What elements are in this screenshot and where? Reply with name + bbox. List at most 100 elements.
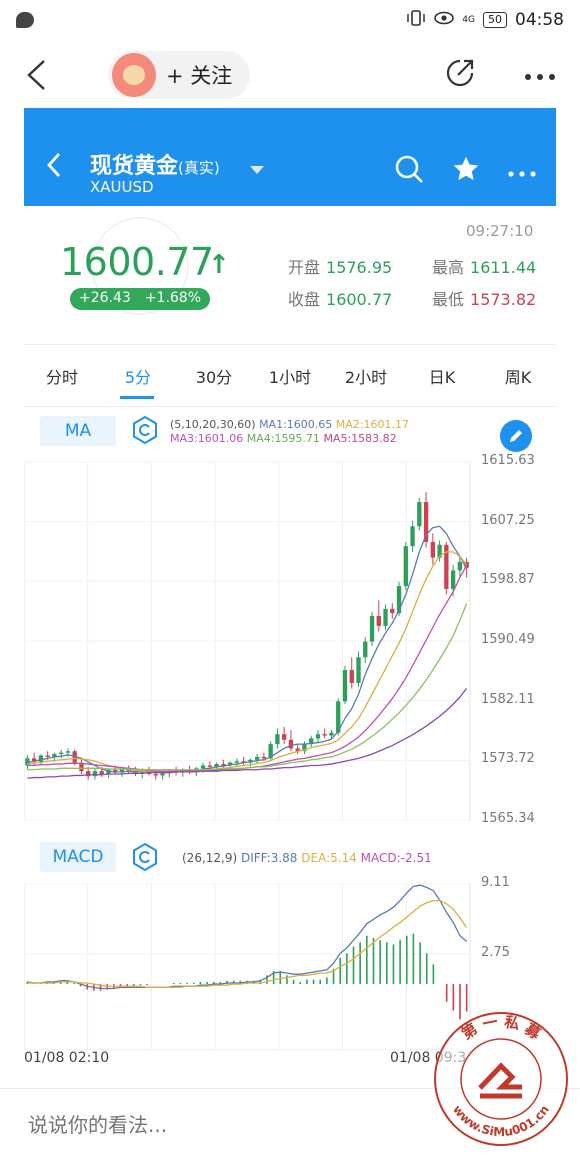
low-label: 最低 <box>432 290 465 309</box>
macd-values-row: (26,12,9) DIFF:3.88 DEA:5.14 MACD:-2.51 <box>182 851 432 865</box>
macd-value: MACD:-2.51 <box>360 851 432 865</box>
embedded-status-strip <box>24 108 556 122</box>
candle-body <box>390 608 395 614</box>
follow-button[interactable]: + 关注 <box>108 51 251 99</box>
candle-body <box>363 641 368 658</box>
chevron-left-icon <box>27 60 45 90</box>
price-change-percent: +1.68% <box>144 290 202 306</box>
candle-body <box>349 670 354 683</box>
ma-line-ma2 <box>27 551 468 773</box>
ma-y-tick-label: 1590.49 <box>481 631 535 647</box>
candle-body <box>322 734 327 736</box>
vibrate-icon <box>406 9 426 31</box>
price-change-badge: +26.43 +1.68% <box>70 288 211 310</box>
high-label: 最高 <box>432 258 465 277</box>
clock: 04:58 <box>515 10 564 30</box>
ma-indicator-button[interactable]: MA <box>40 416 116 446</box>
simu001-watermark-logo: 第 一 私 募 www.SiMu001.cn <box>434 1012 568 1146</box>
ma4-value: MA4:1595.71 <box>246 432 320 445</box>
follow-label: + 关注 <box>166 64 233 88</box>
open-stat: 开盘 1576.95 <box>288 254 392 278</box>
candle-body <box>410 526 415 547</box>
candle-body <box>153 774 158 776</box>
macd-params: (26,12,9) <box>182 851 238 865</box>
macd-indicator-button[interactable]: MACD <box>40 842 116 872</box>
more-dots-icon <box>508 170 536 177</box>
x-axis-start-label: 01/08 02:10 <box>24 1050 110 1066</box>
instrument-title[interactable]: 现货黄金(真实) <box>90 148 220 180</box>
ma-candlestick-chart[interactable] <box>24 456 478 826</box>
tab-daily[interactable]: 日K <box>404 360 480 400</box>
candle-body <box>369 615 375 642</box>
candle-body <box>315 734 321 739</box>
more-dots-icon <box>525 73 555 80</box>
candle-body <box>417 502 422 527</box>
star-icon <box>453 156 479 181</box>
candle-body <box>342 670 348 702</box>
close-label: 收盘 <box>288 290 321 309</box>
candle-body <box>329 732 334 736</box>
low-stat: 最低 1573.82 <box>432 286 536 310</box>
ma-y-tick-label: 1573.72 <box>481 751 535 767</box>
battery-level: 50 <box>488 13 502 26</box>
candle-body <box>38 755 44 762</box>
dea-value: DEA:5.14 <box>301 851 357 865</box>
dropdown-caret-icon[interactable] <box>250 166 264 174</box>
network-type-label: 4G <box>462 14 475 25</box>
search-button[interactable] <box>394 154 424 188</box>
app-more-button[interactable] <box>508 162 536 181</box>
candle-body <box>92 771 98 777</box>
pencil-icon <box>510 430 522 442</box>
favorite-button[interactable] <box>452 155 480 187</box>
ma5-value: MA5:1583.82 <box>323 432 397 445</box>
avatar[interactable] <box>112 53 156 97</box>
close-stat: 收盘 1600.77 <box>288 286 392 310</box>
tab-1h[interactable]: 1小时 <box>252 360 328 400</box>
low-value: 1573.82 <box>470 290 537 309</box>
message-notification-icon <box>16 12 34 28</box>
divider <box>24 406 556 407</box>
candle-body <box>376 615 381 626</box>
candle-body <box>356 657 361 683</box>
ma-line-ma1 <box>27 525 468 774</box>
ma-y-tick-label: 1615.63 <box>481 453 535 468</box>
ma1-value: MA1:1600.65 <box>259 418 333 431</box>
macd-chart[interactable] <box>24 880 478 1050</box>
tab-2h[interactable]: 2小时 <box>328 360 404 400</box>
instrument-suffix: (真实) <box>178 159 220 177</box>
active-tab-indicator <box>120 396 154 399</box>
macd-y-tick-label: 9.11 <box>481 875 510 890</box>
diff-value: DIFF:3.88 <box>241 851 298 865</box>
candle-body <box>99 771 104 775</box>
status-bar: 4G 50 04:58 <box>0 0 580 40</box>
tab-1min[interactable]: 分时 <box>24 360 100 400</box>
macd-settings-gear-icon[interactable] <box>130 842 160 872</box>
app-back-button[interactable] <box>46 152 62 182</box>
current-price: 1600.77 <box>60 240 214 284</box>
ma2-value: MA2:1601.17 <box>335 418 409 431</box>
post-header: + 关注 <box>0 44 580 106</box>
ma3-value: MA3:1601.06 <box>170 432 244 445</box>
candle-body <box>275 734 280 745</box>
close-value: 1600.77 <box>326 290 393 309</box>
candle-body <box>160 773 165 776</box>
ma-settings-gear-icon[interactable] <box>130 415 160 445</box>
price-change: +26.43 <box>79 290 131 306</box>
ma-params: (5,10,20,30,60) <box>170 418 256 431</box>
more-button[interactable] <box>524 66 556 85</box>
candle-body <box>457 561 463 571</box>
edit-button[interactable] <box>500 420 532 452</box>
back-button[interactable] <box>24 55 64 95</box>
tab-5min[interactable]: 5分 <box>100 360 176 400</box>
quote-time: 09:27:10 <box>466 222 534 240</box>
tab-weekly[interactable]: 周K <box>480 360 556 400</box>
ma-y-tick-label: 1607.25 <box>481 512 535 528</box>
eye-icon <box>434 11 455 29</box>
ma-y-tick-label: 1582.11 <box>481 691 535 707</box>
macd-y-tick-label: 2.75 <box>481 944 510 960</box>
candle-body <box>261 756 267 759</box>
share-button[interactable] <box>442 55 478 95</box>
chevron-left-icon <box>47 153 61 177</box>
tab-30min[interactable]: 30分 <box>176 360 252 400</box>
comment-input[interactable] <box>28 1113 328 1137</box>
